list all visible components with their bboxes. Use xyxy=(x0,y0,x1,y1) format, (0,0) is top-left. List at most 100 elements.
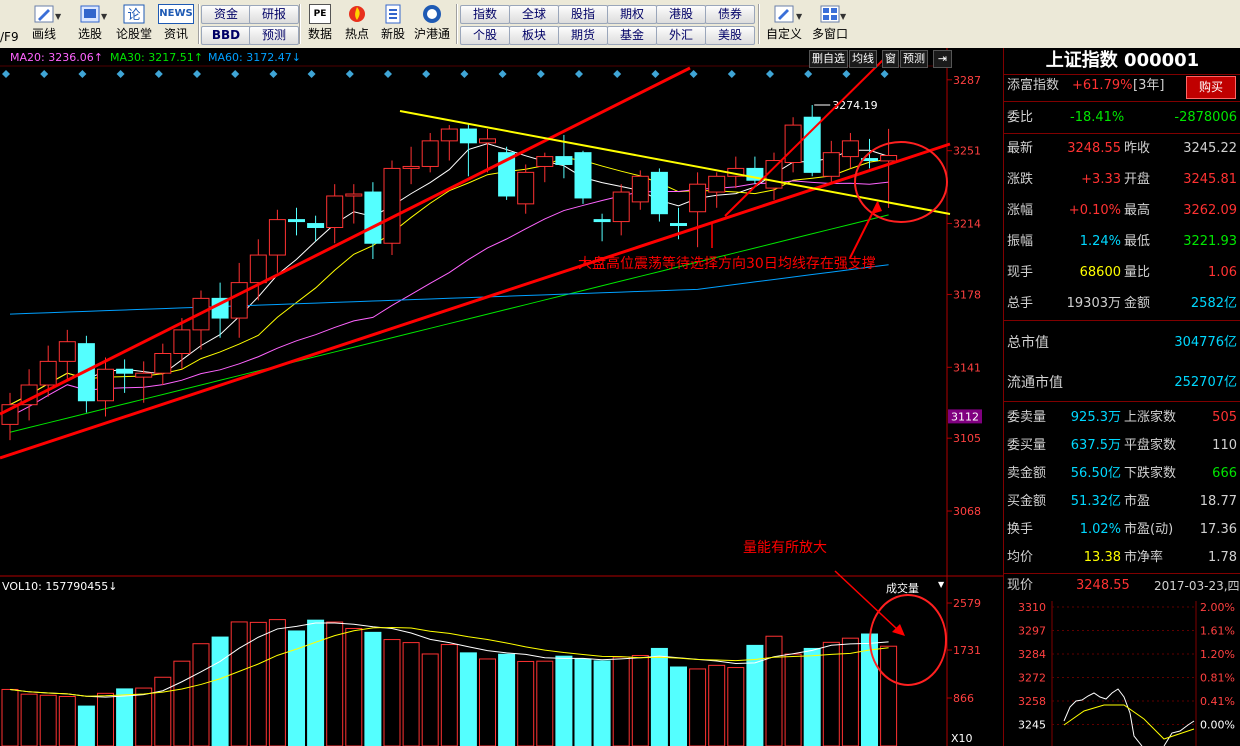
intraday-mini-chart[interactable]: 3310 2.00% 3297 1.61% 3284 1.20% 3272 0.81% 3258… xyxy=(1004,601,1240,746)
draw-icon xyxy=(34,5,54,23)
window-button[interactable]: 窗 xyxy=(882,50,899,68)
row-label: 委买量 xyxy=(1007,438,1047,453)
draw-button[interactable]: 画线 xyxy=(24,4,64,44)
price-tick-label: 3251 xyxy=(953,145,981,158)
candle-down xyxy=(364,191,382,244)
new-stock-button[interactable]: 新股 xyxy=(376,4,410,44)
remove-watchlist-button[interactable]: 删自选 xyxy=(809,50,848,68)
row-value: 3221.93 xyxy=(1183,234,1237,249)
row-value: 3245.22 xyxy=(1183,141,1237,156)
news-button[interactable]: NEWS 资讯 xyxy=(158,4,194,44)
tab-index[interactable]: 指数 xyxy=(460,5,510,24)
select-stock-icon xyxy=(80,5,100,23)
candle-up xyxy=(173,329,191,355)
volume-bar xyxy=(307,619,325,746)
total-mv-row: 总市值 304776亿 xyxy=(1004,328,1240,358)
tab-stocks[interactable]: 个股 xyxy=(460,26,510,45)
mini-left-tick-label: 3258 xyxy=(1018,695,1046,708)
row-label: 买金额 xyxy=(1007,494,1047,509)
row-value: 68600 xyxy=(1079,265,1121,280)
tab-futures[interactable]: 期货 xyxy=(558,26,608,45)
volume-bar xyxy=(135,687,153,746)
tab-forex[interactable]: 外汇 xyxy=(656,26,706,45)
candle-down xyxy=(288,219,305,223)
multi-window-icon xyxy=(820,5,840,23)
custom-button[interactable]: 自定义 xyxy=(762,4,806,44)
volume-bar xyxy=(39,694,57,746)
volume-bar xyxy=(880,645,898,746)
ma-toggle-button[interactable]: 均线 xyxy=(849,50,877,68)
price-tick-label: 3287 xyxy=(953,74,981,87)
row-value: 3262.09 xyxy=(1183,203,1237,218)
volume-bar xyxy=(326,621,344,746)
mini-right-tick-label: 0.00% xyxy=(1200,719,1235,732)
tab-us-stocks[interactable]: 美股 xyxy=(705,26,755,45)
tab-bonds[interactable]: 债券 xyxy=(705,5,755,24)
indicator-dropdown-icon[interactable]: ▼ xyxy=(938,580,944,589)
candle-up xyxy=(631,175,649,203)
price-tick-label: 3178 xyxy=(953,288,981,301)
mini-left-tick-label: 3272 xyxy=(1018,672,1046,685)
fund-flow-button[interactable]: 资金 xyxy=(201,5,251,24)
hot-button[interactable]: 热点 xyxy=(340,4,374,44)
forum-button[interactable]: 论 论股堂 xyxy=(112,4,156,44)
ma60-label: MA60: 3172.47↓ xyxy=(208,51,301,64)
data-label: 数据 xyxy=(307,27,332,41)
candle-up xyxy=(345,193,363,197)
select-stock-dropdown-icon[interactable]: ▼ xyxy=(101,12,107,21)
volume-label: VOL10: 157790455↓ xyxy=(2,580,118,593)
row-value: 1.24% xyxy=(1079,234,1121,249)
float-mv-value: 252707亿 xyxy=(1174,375,1237,390)
candle-up xyxy=(97,368,114,402)
tab-stock-index[interactable]: 股指 xyxy=(558,5,608,24)
custom-icon xyxy=(774,5,794,23)
volume-bar xyxy=(612,656,630,746)
volume-bar xyxy=(784,653,802,746)
mini-left-tick-label: 3297 xyxy=(1018,625,1046,638)
volume-bar xyxy=(211,636,229,746)
new-stock-icon xyxy=(385,4,401,24)
multi-window-button[interactable]: 多窗口 xyxy=(808,4,852,44)
multi-window-dropdown-icon[interactable]: ▼ xyxy=(840,12,846,21)
forecast-chart-button[interactable]: 预测 xyxy=(900,50,928,68)
custom-dropdown-icon[interactable]: ▼ xyxy=(796,12,802,21)
volume-bar xyxy=(631,655,649,746)
volume-bar xyxy=(822,641,840,746)
mini-right-tick-label: 1.20% xyxy=(1200,648,1235,661)
volume-bar xyxy=(268,619,286,746)
collapse-panel-icon[interactable]: ⇥ xyxy=(933,50,952,68)
row-value: 18.77 xyxy=(1199,494,1237,509)
row-label: 均价 xyxy=(1007,550,1034,565)
bbd-button[interactable]: BBD xyxy=(201,26,251,45)
candle-up xyxy=(421,140,439,167)
volume-indicator-select[interactable]: 成交量 xyxy=(886,580,919,596)
volume-bar xyxy=(1,688,19,746)
volume-bar xyxy=(708,664,726,746)
hk-connect-button[interactable]: 沪港通 xyxy=(412,4,452,44)
volume-bar xyxy=(689,668,707,746)
volume-bar xyxy=(803,647,821,746)
candle-up xyxy=(440,128,458,142)
row-value: +0.10% xyxy=(1068,203,1121,218)
total-mv-label: 总市值 xyxy=(1007,335,1049,351)
tab-funds[interactable]: 基金 xyxy=(607,26,657,45)
custom-label: 自定义 xyxy=(765,27,802,41)
data-button[interactable]: PE 数据 xyxy=(303,4,337,44)
row-label: 金额 xyxy=(1124,296,1151,311)
buy-button[interactable]: 购买 xyxy=(1186,76,1236,99)
row-label: 平盘家数 xyxy=(1124,438,1177,453)
candle-up xyxy=(402,165,420,169)
forecast-button[interactable]: 预测 xyxy=(249,26,299,45)
tab-global[interactable]: 全球 xyxy=(509,5,559,24)
tab-hk-stocks[interactable]: 港股 xyxy=(656,5,706,24)
select-stock-button[interactable]: 选股 xyxy=(70,4,110,44)
row-label: 市净率 xyxy=(1124,550,1164,565)
kline-chart[interactable]: 3274.19 大盘高位震荡等待选择方向30日均线存在强支撑量能有所放大 328… xyxy=(0,48,1003,746)
mini-left-tick-label: 3310 xyxy=(1018,601,1046,614)
tab-sectors[interactable]: 板块 xyxy=(509,26,559,45)
tab-options[interactable]: 期权 xyxy=(607,5,657,24)
candle-up xyxy=(689,183,707,213)
research-button[interactable]: 研报 xyxy=(249,5,299,24)
draw-dropdown-icon[interactable]: ▼ xyxy=(55,12,61,21)
toolbar-divider xyxy=(758,4,760,44)
